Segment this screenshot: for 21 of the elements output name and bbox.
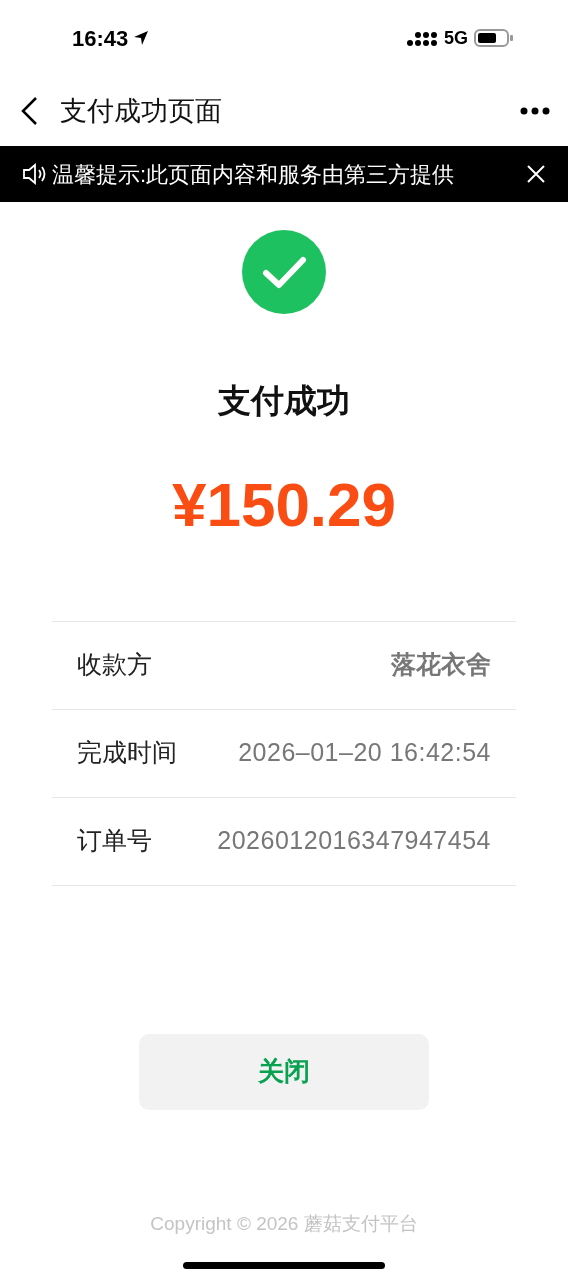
result-title: 支付成功: [218, 381, 350, 421]
close-button[interactable]: 关闭: [139, 1033, 429, 1110]
amount: ¥150.29: [171, 468, 397, 541]
signal-icon: [406, 29, 438, 47]
copyright-text: Copyright © 2026 蘑菇支付平台: [150, 1211, 418, 1236]
speaker-icon: [22, 163, 48, 185]
battery-icon: [474, 28, 514, 48]
close-icon[interactable]: [526, 164, 546, 184]
success-check-icon: [242, 230, 326, 314]
detail-value: 落花衣舍: [391, 649, 491, 681]
location-arrow-icon: [132, 29, 151, 47]
detail-value: 2026012016347947454: [217, 825, 491, 857]
page-title: 支付成功页面: [60, 94, 222, 128]
more-icon[interactable]: [520, 107, 550, 115]
detail-label: 订单号: [77, 825, 152, 857]
detail-label: 收款方: [77, 649, 152, 681]
notice-text: 温馨提示:此页面内容和服务由第三方提供: [52, 160, 455, 189]
detail-value: 2026–01–20 16:42:54: [238, 737, 491, 769]
detail-label: 完成时间: [77, 737, 177, 769]
clock-time: 16:43: [72, 24, 129, 53]
network-label: 5G: [444, 26, 468, 50]
